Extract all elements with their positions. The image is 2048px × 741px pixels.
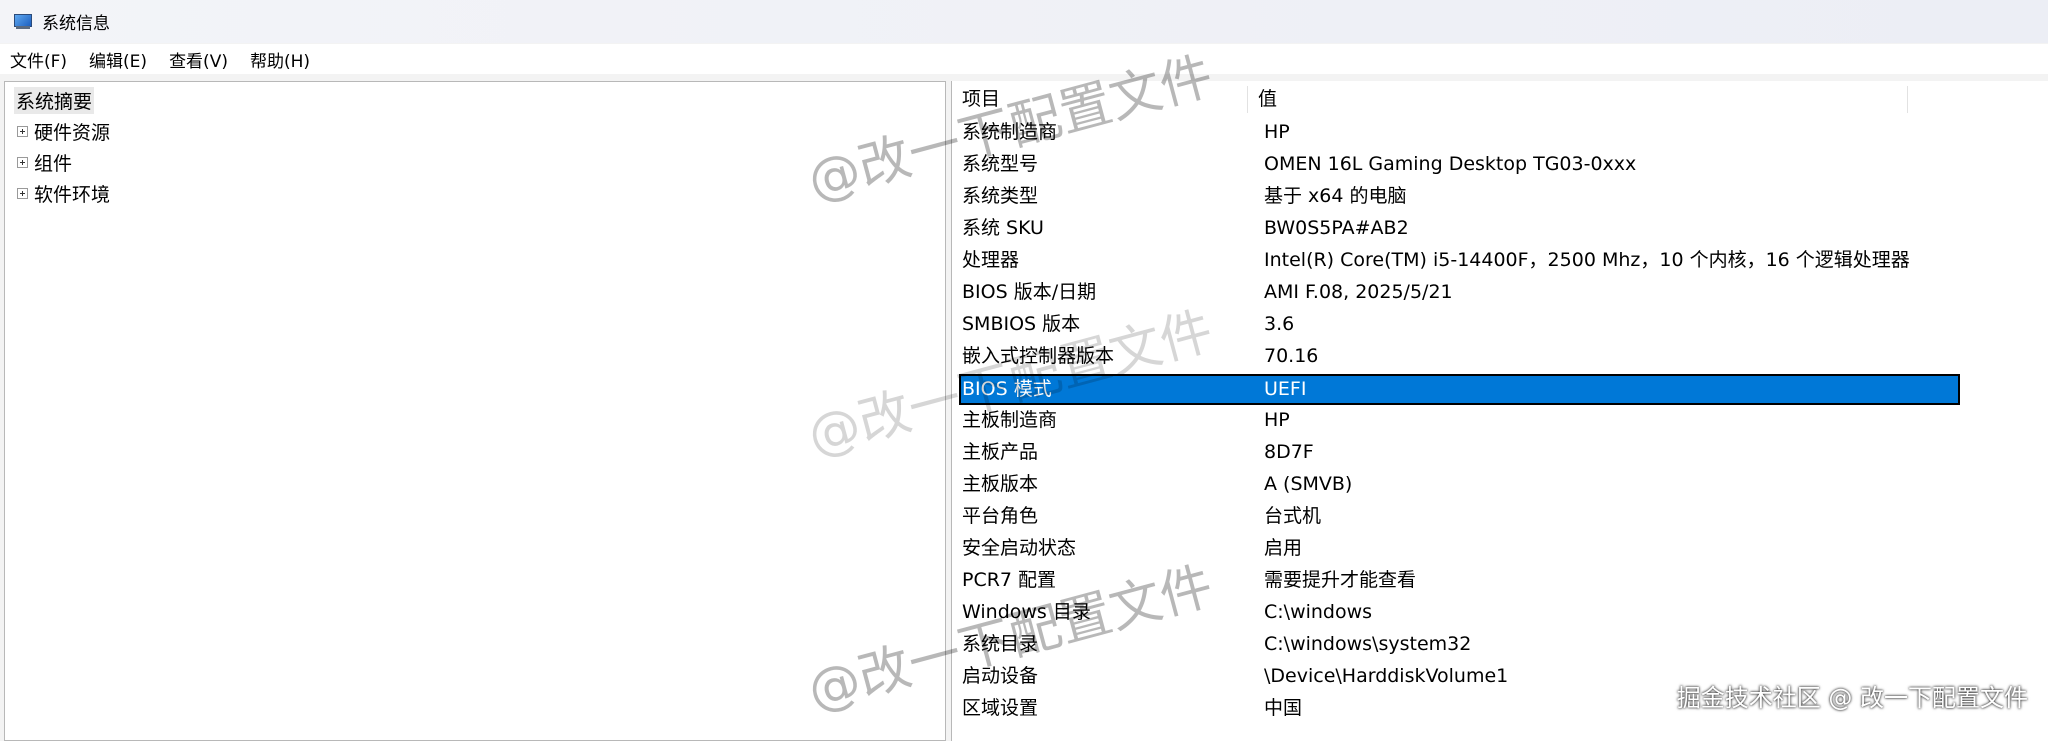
row-key: 主板版本 — [962, 473, 1039, 495]
menu-bar: 文件(F) 编辑(E) 查看(V) 帮助(H) — [0, 44, 2048, 74]
tree-item-system-summary[interactable]: 系统摘要 — [14, 87, 95, 114]
menu-edit[interactable]: 编辑(E) — [79, 47, 157, 72]
row-value: 3.6 — [1264, 313, 1295, 335]
table-row[interactable]: 平台角色 台式机 — [959, 501, 1960, 532]
system-info-icon — [12, 13, 32, 30]
row-value: 台式机 — [1264, 505, 1322, 527]
menu-view[interactable]: 查看(V) — [159, 47, 238, 72]
row-key: 主板产品 — [962, 441, 1039, 463]
expand-icon[interactable] — [17, 157, 28, 168]
tree-item-label: 硬件资源 — [34, 122, 111, 144]
column-header-value[interactable]: 值 — [1248, 86, 1908, 113]
tree-item-hardware-resources[interactable]: 硬件资源 — [17, 118, 110, 145]
table-row[interactable]: 主板产品 8D7F — [959, 437, 1960, 468]
row-value: C:\windows — [1264, 601, 1373, 623]
table-row[interactable]: 主板制造商 HP — [959, 405, 1960, 436]
table-row[interactable]: BIOS 版本/日期 AMI F.08, 2025/5/21 — [959, 277, 1960, 308]
row-value: 中国 — [1264, 697, 1303, 719]
row-key: BIOS 版本/日期 — [962, 281, 1097, 303]
window-title: 系统信息 — [42, 14, 110, 34]
row-value: 启用 — [1264, 537, 1303, 559]
title-bar: 系统信息 — [0, 0, 2048, 43]
row-value: UEFI — [1264, 378, 1307, 400]
menu-help[interactable]: 帮助(H) — [240, 47, 320, 72]
row-key: 安全启动状态 — [962, 537, 1077, 559]
tree-item-software-environment[interactable]: 软件环境 — [17, 180, 110, 207]
row-value: AMI F.08, 2025/5/21 — [1264, 281, 1453, 303]
row-value: 需要提升才能查看 — [1264, 569, 1417, 591]
expand-icon[interactable] — [17, 126, 28, 137]
table-row[interactable]: 系统 SKU BW0S5PA#AB2 — [959, 213, 1960, 244]
menu-file[interactable]: 文件(F) — [0, 47, 77, 72]
row-value: 基于 x64 的电脑 — [1264, 185, 1407, 207]
row-value: BW0S5PA#AB2 — [1264, 217, 1409, 239]
row-value: \Device\HarddiskVolume1 — [1264, 665, 1509, 687]
table-row[interactable]: 系统类型 基于 x64 的电脑 — [959, 181, 1960, 212]
row-value: 70.16 — [1264, 345, 1319, 367]
row-value: HP — [1264, 409, 1290, 431]
footer-watermark: 掘金技术社区 @ 改一下配置文件 — [1676, 684, 2028, 712]
row-key: 系统 SKU — [962, 217, 1044, 239]
row-value: 8D7F — [1264, 441, 1314, 463]
row-value: C:\windows\system32 — [1264, 633, 1472, 655]
row-key: 系统类型 — [962, 185, 1039, 207]
tree-item-label: 软件环境 — [34, 184, 111, 206]
table-row[interactable]: 安全启动状态 启用 — [959, 533, 1960, 564]
row-key: 平台角色 — [962, 505, 1039, 527]
row-key: 区域设置 — [962, 697, 1039, 719]
row-value: OMEN 16L Gaming Desktop TG03-0xxx — [1264, 153, 1637, 175]
row-value: A (SMVB) — [1264, 473, 1353, 495]
row-value: Intel(R) Core(TM) i5-14400F，2500 Mhz，10 … — [1264, 249, 1910, 271]
tree-item-label: 组件 — [34, 153, 73, 175]
expand-icon[interactable] — [17, 188, 28, 199]
tree-item-components[interactable]: 组件 — [17, 149, 72, 176]
table-row[interactable]: 系统型号 OMEN 16L Gaming Desktop TG03-0xxx — [959, 149, 1960, 180]
row-value: HP — [1264, 121, 1290, 143]
table-row[interactable]: 主板版本 A (SMVB) — [959, 469, 1960, 500]
table-row[interactable]: 处理器 Intel(R) Core(TM) i5-14400F，2500 Mhz，… — [959, 245, 1960, 276]
row-key: 处理器 — [962, 249, 1020, 271]
